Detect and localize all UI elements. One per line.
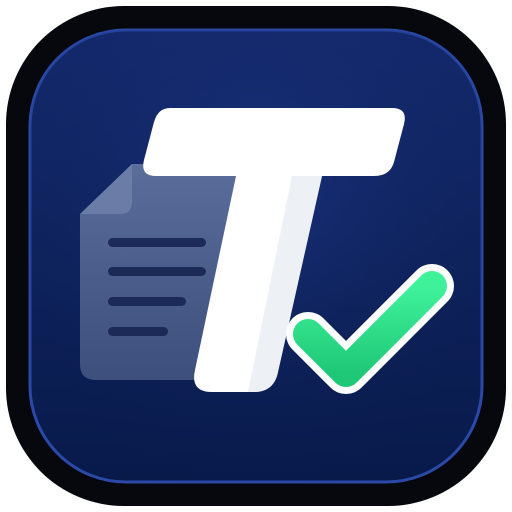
app-icon	[0, 0, 512, 512]
app-icon-artwork	[6, 6, 506, 506]
